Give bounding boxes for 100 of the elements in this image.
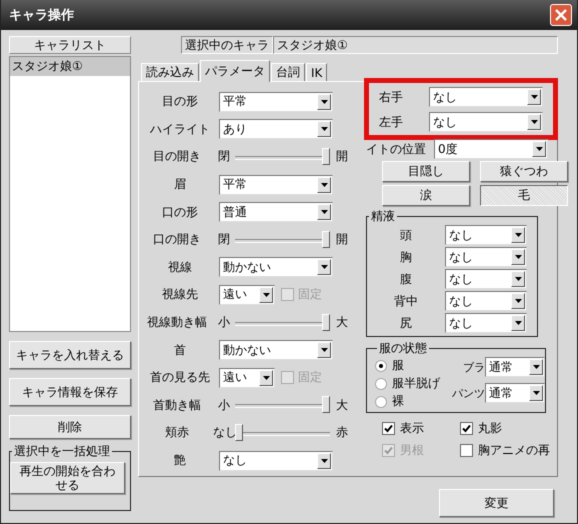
caret-icon	[514, 277, 522, 281]
slider[interactable]	[235, 230, 330, 249]
param-label: 頬赤	[164, 424, 190, 442]
action-button[interactable]: キャラ情報を保存	[9, 378, 131, 406]
radio-button[interactable]	[375, 396, 387, 408]
slider-min-label: 閉	[217, 148, 231, 166]
toggle-button[interactable]: 目隠し	[382, 161, 470, 182]
dropdown[interactable]: 動かない	[219, 340, 333, 360]
slider-max-label: 開	[335, 231, 349, 248]
param-label: 口の開き	[152, 231, 202, 248]
sync-button[interactable]: 再生の開始を合わせる	[10, 462, 125, 494]
dropdown[interactable]: なし	[445, 291, 527, 311]
list-item[interactable]: スタジオ娘①	[10, 57, 130, 76]
dropdown[interactable]: なし	[445, 313, 527, 333]
field-label: 選択中のキャラ	[181, 36, 273, 54]
slider[interactable]	[235, 396, 330, 414]
dropdown[interactable]: 0度	[434, 139, 548, 159]
caret-icon	[532, 391, 540, 395]
param-label: 胸	[399, 248, 413, 266]
caret-icon	[514, 299, 522, 303]
radio-label: 裸	[392, 393, 404, 410]
toggle-button[interactable]: 毛	[480, 185, 568, 206]
caret-icon	[262, 376, 270, 380]
caret-icon	[514, 321, 522, 325]
window-title: キャラ操作	[9, 7, 75, 24]
param-label: 腹	[399, 270, 413, 288]
tab[interactable]: 読み込み	[141, 63, 199, 81]
param-label: 視線動き幅	[146, 314, 208, 332]
character-name-field: スタジオ娘①	[273, 36, 558, 54]
radio-label: 服	[392, 357, 404, 374]
slider-thumb[interactable]	[235, 424, 243, 441]
param-label: 右手	[379, 88, 404, 106]
tab[interactable]: 台詞	[271, 63, 305, 81]
param-label: 口の形	[161, 204, 199, 221]
slider-max-label: 大	[335, 314, 349, 332]
tab[interactable]: IK	[306, 63, 328, 81]
close-icon	[555, 9, 567, 21]
dropdown[interactable]: なし	[219, 450, 333, 471]
param-label: 目の開き	[152, 148, 202, 166]
caret-icon	[262, 292, 270, 297]
param-label: 視線	[167, 258, 193, 276]
param-label: 頭	[399, 226, 413, 244]
param-label: 首の見る先	[149, 369, 211, 386]
dropdown[interactable]: 通常	[485, 383, 545, 403]
close-button[interactable]	[550, 4, 572, 26]
caret-icon	[320, 458, 328, 463]
slider-max-label: 赤	[335, 424, 349, 442]
dropdown[interactable]: なし	[445, 247, 527, 267]
param-label: ハイライト	[149, 120, 211, 138]
radio-button[interactable]	[375, 378, 387, 390]
checkbox[interactable]	[460, 444, 473, 457]
param-label: 左手	[379, 114, 404, 130]
toggle-button[interactable]: 涙	[382, 185, 470, 206]
param-label: 首動き幅	[152, 396, 202, 414]
tab[interactable]: パラメータ	[200, 60, 270, 82]
radio-button[interactable]	[375, 360, 387, 372]
slider[interactable]	[235, 314, 330, 332]
slider-thumb[interactable]	[322, 230, 330, 248]
dropdown[interactable]: なし	[429, 112, 543, 132]
slider-thumb[interactable]	[322, 396, 330, 414]
dropdown[interactable]: なし	[445, 225, 527, 245]
slider[interactable]	[235, 424, 330, 442]
slider-min-label: 小	[217, 396, 231, 414]
caret-icon	[514, 233, 522, 237]
caret-icon	[536, 147, 542, 151]
dropdown[interactable]: 普通	[219, 202, 333, 222]
dropdown[interactable]: 動かない	[219, 257, 333, 278]
param-label: 艶	[173, 452, 187, 470]
caret-icon	[530, 95, 538, 99]
slider-thumb[interactable]	[322, 148, 330, 165]
caret-icon	[320, 127, 328, 132]
radio-label: 服半脱げ	[392, 375, 440, 392]
checkbox-label: 丸影	[478, 420, 502, 437]
dropdown[interactable]: あり	[219, 119, 333, 140]
dropdown[interactable]: 通常	[485, 357, 545, 377]
dropdown[interactable]: 平常	[219, 92, 333, 112]
param-label: 背中	[393, 292, 419, 310]
action-button[interactable]: キャラを入れ替える	[9, 341, 131, 369]
apply-button[interactable]: 変更	[439, 489, 554, 517]
dropdown[interactable]: なし	[445, 269, 527, 289]
caret-icon	[320, 265, 328, 270]
param-label: 眉	[173, 176, 187, 194]
slider-thumb[interactable]	[322, 314, 330, 331]
dropdown[interactable]: 平常	[219, 174, 333, 195]
caret-icon	[320, 100, 328, 104]
action-button[interactable]: 削除	[9, 415, 131, 439]
list-header: キャラリスト	[9, 36, 131, 54]
checkbox[interactable]	[382, 422, 395, 435]
checkbox[interactable]	[460, 422, 473, 435]
group-title: 精液	[369, 208, 397, 225]
checkbox-label: 胸アニメの再	[478, 442, 550, 459]
slider-min-label: 閉	[217, 231, 231, 248]
group-title: 選択中を一括処理	[12, 443, 112, 460]
checkbox-label: 固定	[298, 286, 322, 304]
slider[interactable]	[235, 148, 330, 166]
dropdown[interactable]: なし	[429, 87, 543, 107]
slider-max-label: 大	[335, 396, 349, 414]
param-label: 目の形	[161, 93, 199, 110]
slider-max-label: 開	[335, 148, 349, 166]
toggle-button[interactable]: 猿ぐつわ	[480, 161, 568, 182]
